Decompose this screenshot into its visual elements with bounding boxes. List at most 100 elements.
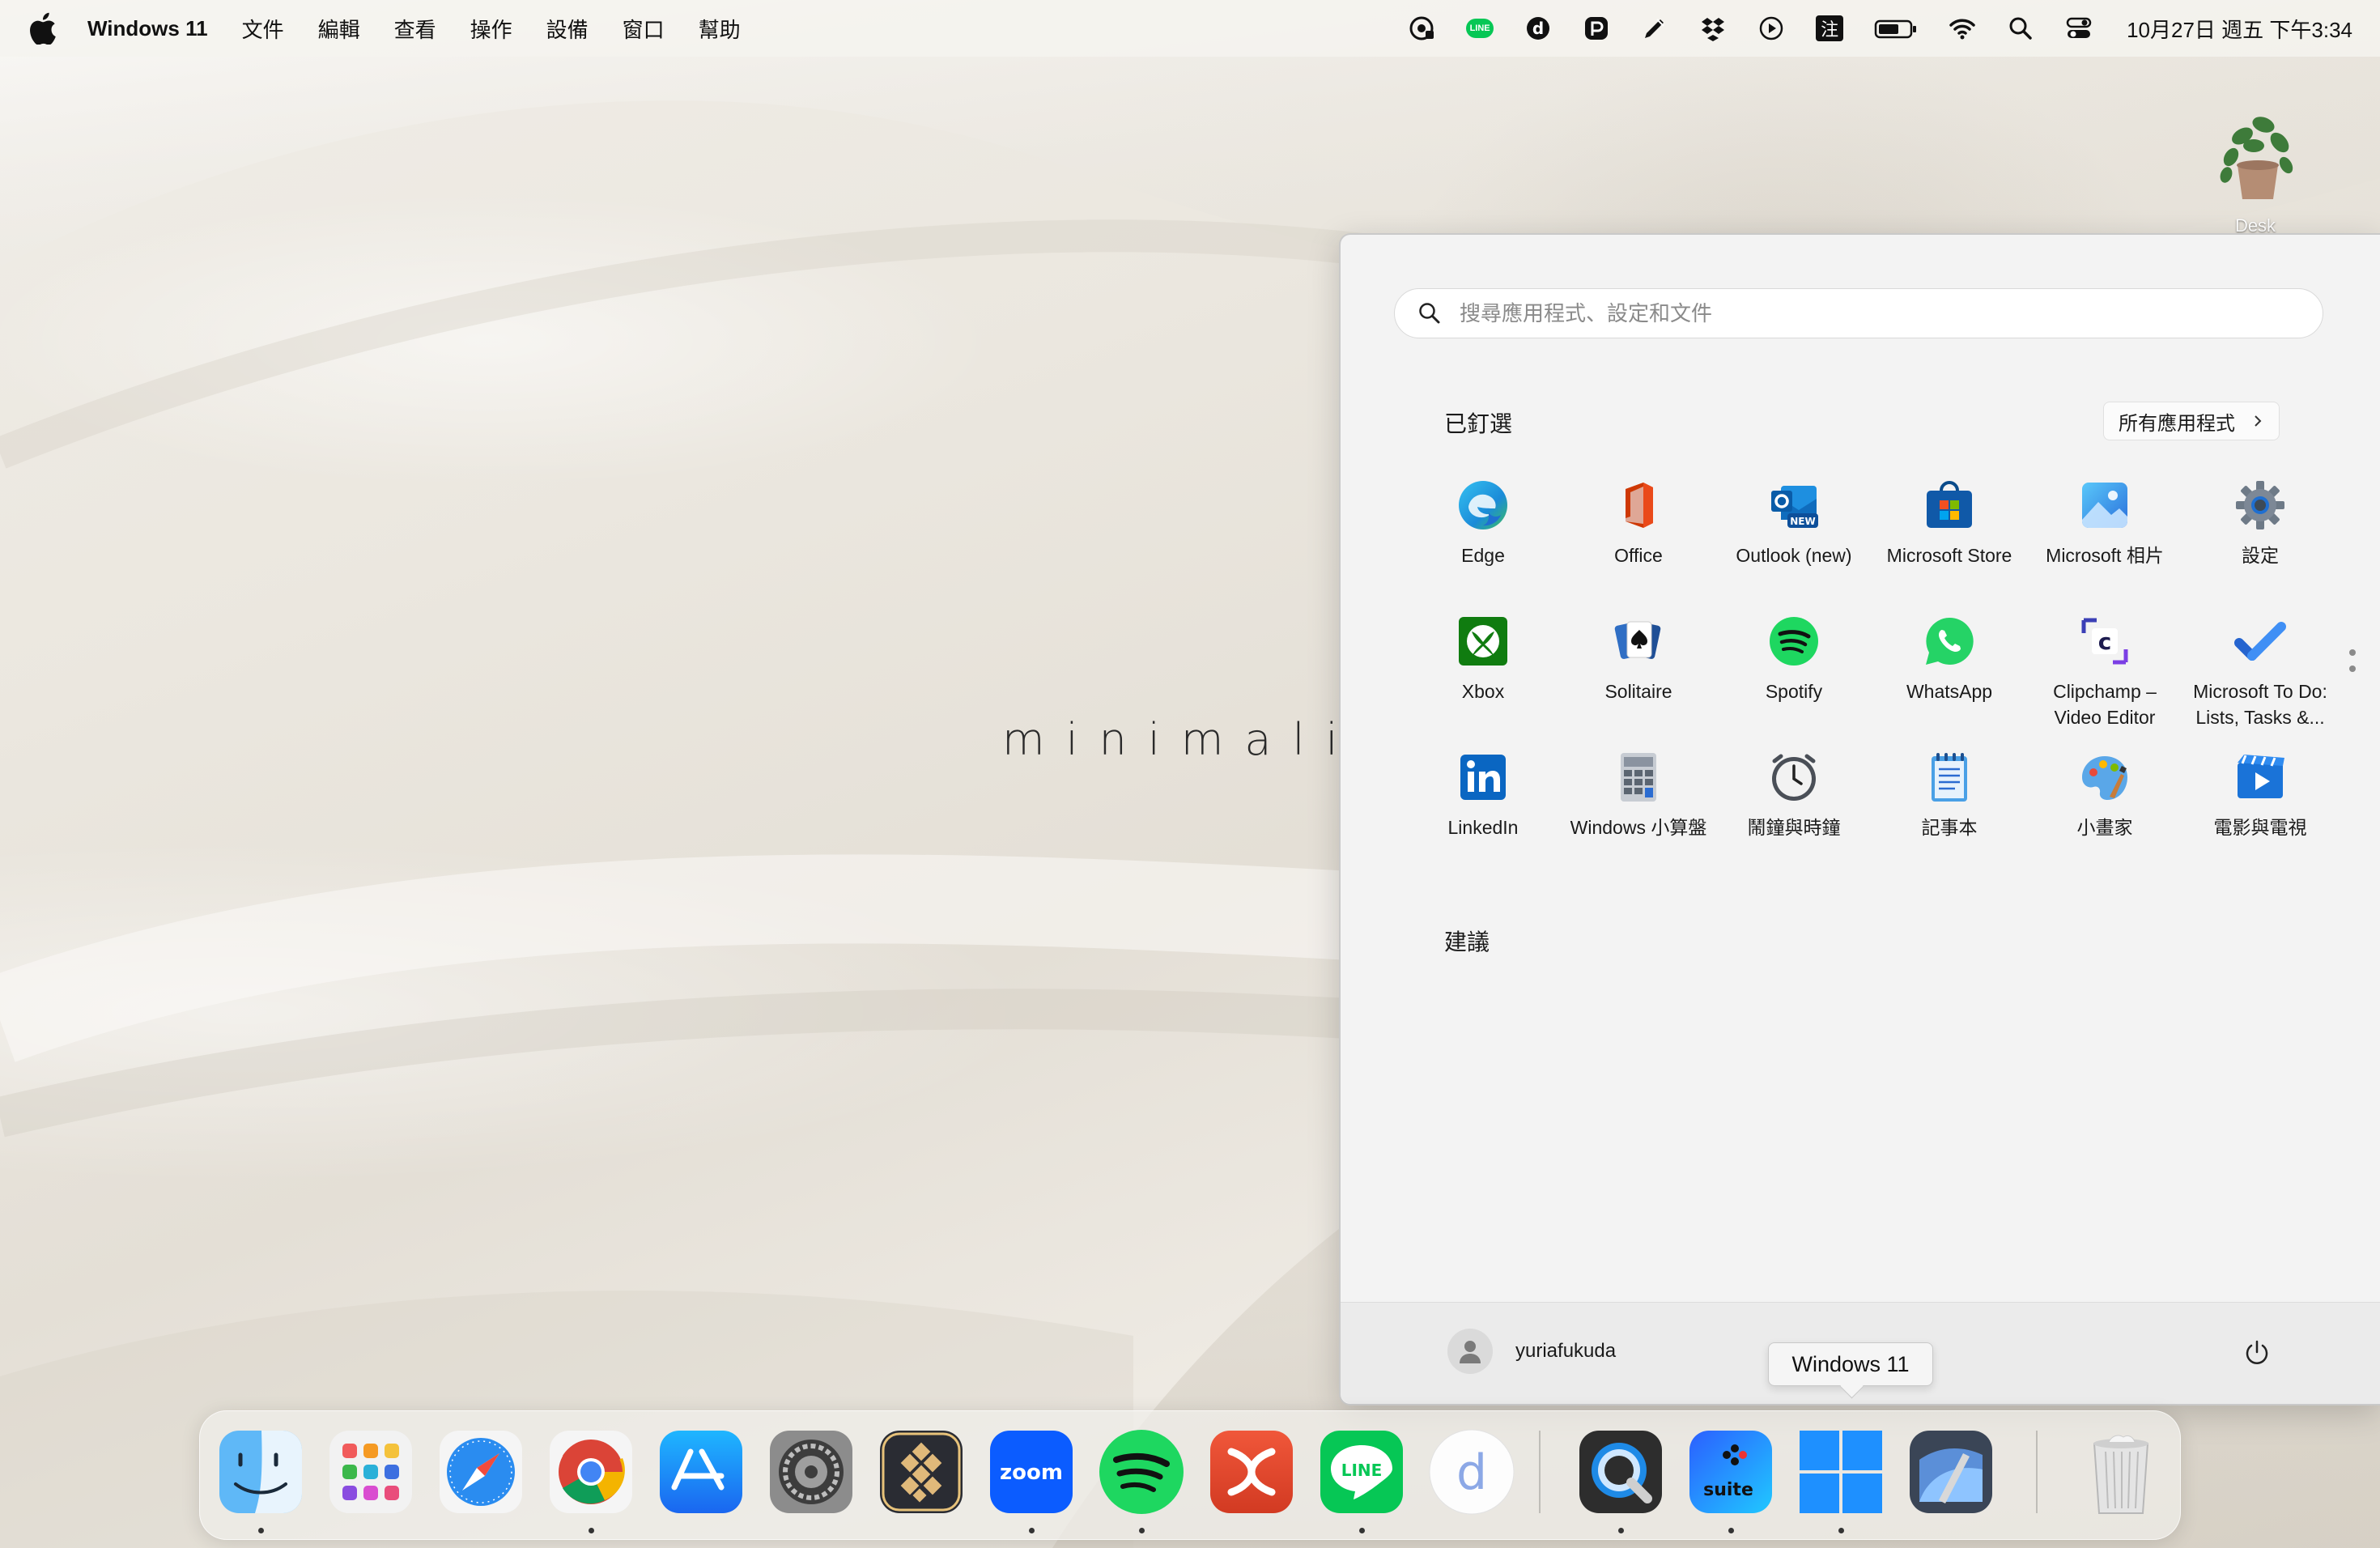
pinned-app-xbox[interactable]: Xbox (1405, 606, 1561, 742)
menu-file[interactable]: 文件 (242, 14, 284, 44)
play-icon[interactable] (1757, 15, 1785, 42)
store-icon (1922, 478, 1977, 533)
new-badge: NEW (1790, 516, 1815, 527)
app-label: Outlook (new) (1736, 545, 1852, 566)
pinned-app-edge[interactable]: Edge (1405, 470, 1561, 606)
klack-icon[interactable] (877, 1427, 966, 1516)
app-label: 設定 (2242, 545, 2279, 566)
pinned-app-outlook[interactable]: NEW Outlook (new) (1716, 470, 1872, 606)
zoom-icon[interactable]: zoom (987, 1427, 1076, 1516)
spotify-icon[interactable] (1097, 1427, 1186, 1516)
avatar (1447, 1329, 1493, 1374)
pinned-app-clock[interactable]: 鬧鐘與時鐘 (1716, 742, 1872, 878)
pinned-app-calculator[interactable]: Windows 小算盤 (1561, 742, 1716, 878)
windows-11-icon[interactable] (1796, 1427, 1885, 1516)
pinned-app-spotify[interactable]: Spotify (1716, 606, 1872, 742)
chrome-icon[interactable] (546, 1427, 635, 1516)
running-indicator (1029, 1528, 1035, 1533)
office-icon (1611, 478, 1666, 533)
calculator-icon (1611, 750, 1666, 805)
pinned-app-movies[interactable]: 電影與電視 (2182, 742, 2338, 878)
parallels-suite-icon[interactable]: suite (1686, 1427, 1775, 1516)
outlook-icon: NEW (1766, 478, 1821, 533)
menu-edit[interactable]: 編輯 (318, 14, 360, 44)
menu-window[interactable]: 窗口 (623, 14, 665, 44)
dock-separator (2036, 1431, 2038, 1513)
quicktime-icon[interactable] (1576, 1427, 1665, 1516)
movies-icon (2233, 750, 2288, 805)
launchpad-icon[interactable] (326, 1427, 415, 1516)
dropbox-icon[interactable] (1699, 15, 1727, 42)
line-icon[interactable]: LINE (1317, 1427, 1406, 1516)
dock-separator (1539, 1431, 1541, 1513)
pinned-app-settings[interactable]: 設定 (2182, 470, 2338, 606)
battery-icon[interactable] (1874, 15, 1918, 42)
pocket-icon[interactable] (1583, 15, 1610, 42)
pinned-app-store[interactable]: Microsoft Store (1872, 470, 2027, 606)
pinned-page-indicator[interactable] (2349, 649, 2356, 682)
desktop-folder-icon[interactable]: Desk (2202, 97, 2309, 236)
todo-icon (2233, 614, 2288, 669)
pinned-app-todo[interactable]: Microsoft To Do: Lists, Tasks &... (2182, 606, 2338, 742)
pinned-app-whatsapp[interactable]: WhatsApp (1872, 606, 2027, 742)
app-label: Spotify (1765, 681, 1823, 702)
pinned-app-solitaire[interactable]: Solitaire (1561, 606, 1716, 742)
linkedin-icon (1456, 750, 1511, 805)
broadcast-icon[interactable] (1408, 15, 1435, 42)
app-label: Windows 小算盤 (1570, 817, 1707, 838)
pinned-app-photos[interactable]: Microsoft 相片 (2027, 470, 2182, 606)
pen-icon[interactable] (1641, 15, 1668, 42)
zoom-label: zoom (1000, 1461, 1063, 1485)
power-button[interactable] (2242, 1338, 2275, 1371)
notepad-icon (1922, 750, 1977, 805)
app-label: 電影與電視 (2213, 817, 2307, 838)
suggestions-section-title: 建議 (1444, 929, 1490, 955)
system-settings-icon[interactable] (767, 1427, 856, 1516)
pinned-app-office[interactable]: Office (1561, 470, 1716, 606)
photos-icon (2077, 478, 2132, 533)
pinned-app-linkedin[interactable]: LinkedIn (1405, 742, 1561, 878)
pinned-section-title: 已釘選 (1444, 411, 1513, 436)
pinned-app-clipchamp[interactable]: c Clipchamp – Video Editor (2027, 606, 2182, 742)
start-search-input[interactable] (1460, 300, 2269, 326)
menu-devices[interactable]: 設備 (546, 14, 589, 44)
app-label: LinkedIn (1447, 817, 1519, 838)
search-icon[interactable] (2007, 15, 2034, 42)
menu-actions[interactable]: 操作 (470, 14, 512, 44)
wifi-icon[interactable] (1949, 15, 1976, 42)
line-icon[interactable]: LINE (1466, 15, 1494, 42)
suite-label: suite (1703, 1480, 1753, 1500)
preview-icon[interactable] (1906, 1427, 1995, 1516)
whatsapp-icon (1922, 614, 1977, 669)
app-store-icon[interactable] (657, 1427, 746, 1516)
menu-help[interactable]: 幫助 (699, 14, 741, 44)
mindnode-icon[interactable] (1207, 1427, 1296, 1516)
all-apps-button[interactable]: 所有應用程式 (2103, 402, 2280, 440)
app-label: Xbox (1461, 681, 1505, 702)
start-search-box[interactable] (1394, 288, 2323, 338)
d-icon[interactable]: d (1524, 15, 1552, 42)
running-indicator (1359, 1528, 1365, 1533)
control-center-icon[interactable] (2065, 15, 2093, 42)
user-account-button[interactable]: yuriafukuda (1447, 1329, 1616, 1374)
pinned-app-paint[interactable]: 小畫家 (2027, 742, 2182, 878)
menu-app-name[interactable]: Windows 11 (87, 16, 208, 41)
finder-icon[interactable] (216, 1427, 305, 1516)
user-name: yuriafukuda (1515, 1340, 1617, 1362)
safari-icon[interactable] (436, 1427, 525, 1516)
dict-icon[interactable]: d (1427, 1427, 1516, 1516)
page-dot (2349, 649, 2356, 656)
app-label: Microsoft 相片 (2046, 545, 2164, 566)
trash-icon[interactable] (2076, 1427, 2165, 1516)
apple-icon[interactable] (29, 12, 57, 45)
dock-tooltip: Windows 11 (1768, 1342, 1933, 1386)
running-indicator (589, 1528, 594, 1533)
app-label: Microsoft Store (1886, 545, 2012, 566)
pinned-app-notepad[interactable]: 記事本 (1872, 742, 2027, 878)
menu-bar-clock[interactable]: 10月27日 週五 下午3:34 (2127, 14, 2352, 44)
clock-icon (1766, 750, 1821, 805)
running-indicator (1728, 1528, 1734, 1533)
menu-view[interactable]: 查看 (394, 14, 436, 44)
running-indicator (1139, 1528, 1145, 1533)
ime-icon[interactable]: 注 (1816, 15, 1844, 42)
